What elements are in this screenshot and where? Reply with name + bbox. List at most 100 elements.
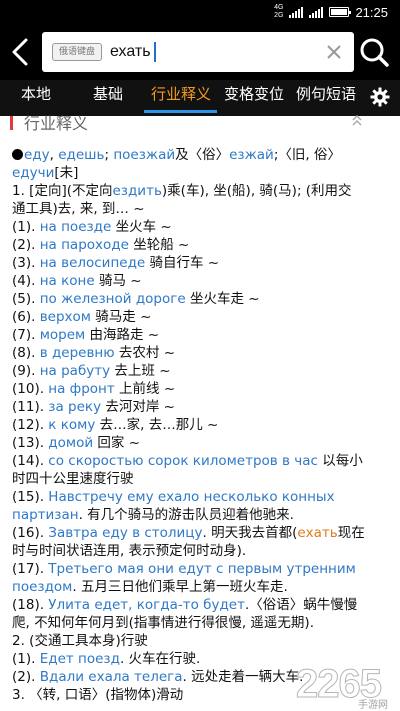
text-caret (154, 42, 156, 62)
search-button[interactable] (356, 34, 392, 70)
section-marker (10, 116, 13, 130)
line-text: (2). (12, 669, 40, 685)
example-line: (6). верхом 骑马走 ~ (12, 308, 392, 326)
word-form[interactable]: поезжай (113, 147, 175, 163)
line-text: (14). (12, 453, 49, 469)
word-form[interactable]: еду (24, 147, 50, 163)
russian-phrase[interactable]: поездом (12, 579, 72, 595)
line-text: (16). (12, 525, 49, 541)
example-line: (16). Завтра еду в столицу. 明天我去首都(ехать… (12, 524, 392, 542)
example-line: 时四十公里速度行驶 (12, 470, 392, 488)
usage-note: 及〈俗〉 (175, 147, 230, 163)
chevron-up-icon[interactable] (350, 114, 364, 128)
settings-button[interactable] (370, 87, 390, 107)
example-line: (10). на фронт 上前线 ~ (12, 380, 392, 398)
example-line: (7). морем 由海路走 ~ (12, 326, 392, 344)
line-text: 3. 〈转, 口语〉(指物体)滑动 (12, 687, 184, 703)
line-text: 去农村 ~ (114, 345, 176, 361)
russian-phrase[interactable]: ездить (112, 183, 161, 199)
line-text: )乘(车), 坐(船), 骑(马); (利用交 (161, 183, 352, 199)
example-line: (8). в деревню 去农村 ~ (12, 344, 392, 362)
search-box[interactable]: 俄语键盘 (42, 32, 354, 72)
line-text: 回家 ~ (93, 435, 141, 451)
line-text: (5). (12, 291, 40, 307)
example-line: (3). на велосипеде 骑自行车 ~ (12, 254, 392, 272)
line-text: 骑马走 ~ (90, 309, 152, 325)
russian-phrase[interactable]: по железной дороге (40, 291, 186, 307)
line-text: . 明天我去首都( (202, 525, 298, 541)
network-type: 4G 2G (274, 4, 283, 20)
word-form[interactable]: едучи (12, 165, 54, 181)
line-text: (11). (12, 399, 49, 415)
definition-line: 通工具)去, 来, 到… ~ (12, 200, 392, 218)
search-icon (360, 38, 389, 67)
line-text: 坐轮船 ~ (128, 237, 190, 253)
russian-phrase[interactable]: Завтра еду в столицу (48, 525, 202, 541)
line-text: (6). (12, 309, 40, 325)
example-line: (4). на коне 骑马 ~ (12, 272, 392, 290)
russian-phrase[interactable]: в деревню (40, 345, 115, 361)
watermark-site: 手游网 (358, 700, 388, 711)
russian-phrase[interactable]: на поезде (40, 219, 112, 235)
russian-phrase[interactable]: Третьего мая они едут с первым утренним (48, 561, 356, 577)
russian-phrase[interactable]: верхом (40, 309, 91, 325)
example-line: (17). Третьего мая они едут с первым утр… (12, 560, 392, 578)
line-text: . 五月三日他们乘早上第一班火车走. (72, 579, 288, 595)
russian-phrase[interactable]: домой (48, 435, 93, 451)
highlighted-headword[interactable]: ехать (297, 525, 337, 541)
russian-phrase[interactable]: Едет поезд (40, 651, 120, 667)
russian-phrase[interactable]: к кому (48, 417, 95, 433)
russian-phrase[interactable]: за реку (48, 399, 101, 415)
back-arrow-icon (12, 38, 28, 66)
line-text: (18). (12, 597, 49, 613)
definition-line: 2. (交通工具本身)行驶 (12, 632, 392, 650)
line-text: 上前线 ~ (114, 381, 176, 397)
russian-phrase[interactable]: партизан (12, 507, 79, 523)
russian-phrase[interactable]: на рабуту (40, 363, 110, 379)
line-text: 去…家, 去…那儿 ~ (95, 417, 219, 433)
russian-phrase[interactable]: на велосипеде (40, 255, 146, 271)
network-4g-label: 4G (274, 4, 284, 11)
russian-phrase[interactable]: морем (40, 327, 86, 343)
line-text: 2. (交通工具本身)行驶 (12, 633, 148, 649)
keyboard-badge[interactable]: 俄语键盘 (52, 43, 103, 61)
line-text: . 火车在行驶. (119, 651, 201, 667)
word-form[interactable]: едешь (58, 147, 104, 163)
line-text: 1. [定向](不定向 (12, 183, 113, 199)
line-text: 坐火车走 ~ (185, 291, 260, 307)
russian-phrase[interactable]: Навстречу ему ехало несколько конных (48, 489, 334, 505)
line-text: .〈俗语〉蜗牛慢慢 (244, 597, 358, 613)
russian-phrase[interactable]: Вдали ехала телега (40, 669, 183, 685)
example-line: (12). к кому 去…家, 去…那儿 ~ (12, 416, 392, 434)
russian-phrase[interactable]: со скоростью сорок километров в час (48, 453, 318, 469)
section-header[interactable]: 行业释义 (10, 114, 370, 134)
line-text: . 有几个骑马的游击队员迎着他驰来. (78, 507, 294, 523)
tab-examples[interactable]: 例句短语 (290, 80, 362, 116)
word-form[interactable]: езжай (229, 147, 274, 163)
example-line: поездом. 五月三日他们乘早上第一班火车走. (12, 578, 392, 596)
russian-phrase[interactable]: на фронт (48, 381, 114, 397)
example-line: партизан. 有几个骑马的游击队员迎着他驰来. (12, 506, 392, 524)
network-2g-label: 2G (274, 12, 284, 19)
line-text: . 远处走着一辆大车. (182, 669, 304, 685)
example-line: (14). со скоростью сорок километров в ча… (12, 452, 392, 470)
russian-phrase[interactable]: Улита едет, когда-то будет (48, 597, 245, 613)
separator: , (49, 147, 59, 163)
status-icons: 4G 2G 21:25 (274, 4, 388, 20)
line-text: 通工具)去, 来, 到… ~ (12, 201, 145, 217)
search-input[interactable] (110, 38, 310, 66)
russian-phrase[interactable]: на пароходе (40, 237, 129, 253)
line-text: (1). (12, 219, 40, 235)
close-icon (327, 45, 341, 59)
line-text: (15). (12, 489, 49, 505)
bullet-icon (12, 149, 23, 160)
usage-note: ;〈旧, 俗〉 (273, 147, 341, 163)
line-text: (3). (12, 255, 40, 271)
clock: 21:25 (355, 4, 388, 20)
russian-phrase[interactable]: на коне (40, 273, 95, 289)
example-line: (18). Улита едет, когда-то будет.〈俗语〉蜗牛慢… (12, 596, 392, 614)
clear-button[interactable] (324, 42, 344, 62)
tab-declension[interactable]: 变格变位 (218, 80, 290, 116)
back-button[interactable] (6, 34, 36, 70)
signal-icon-2 (309, 6, 324, 18)
